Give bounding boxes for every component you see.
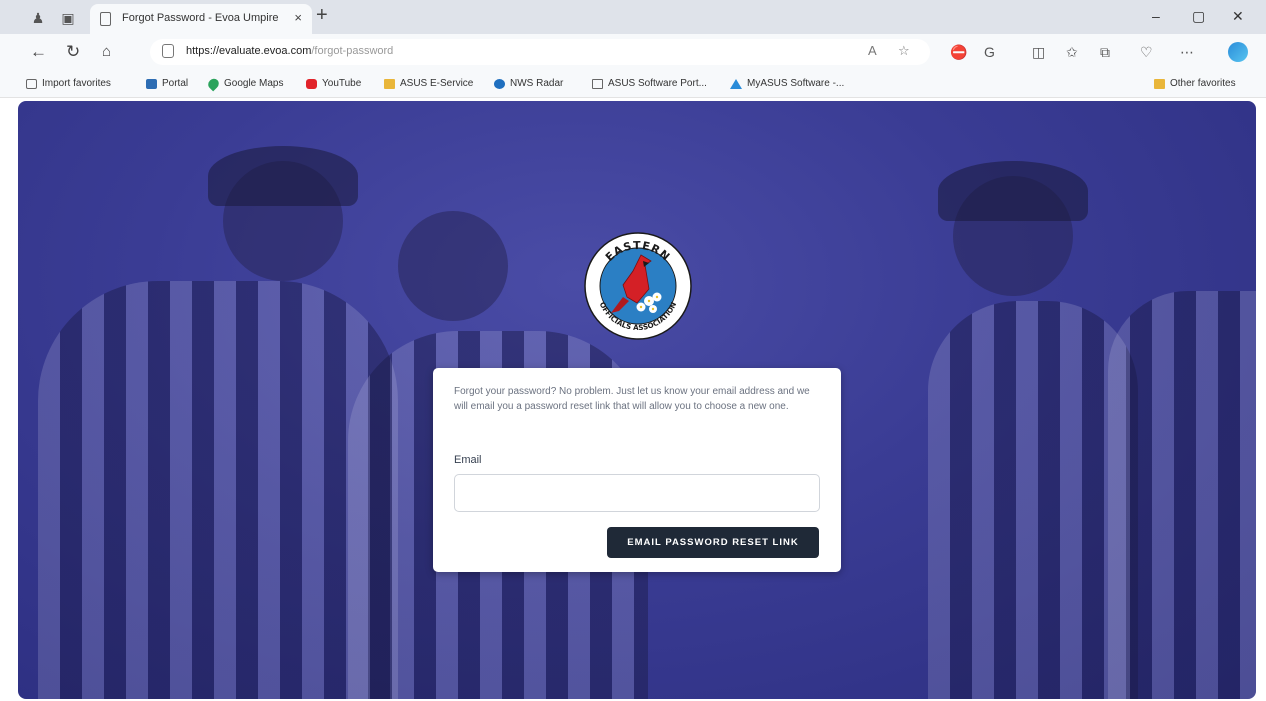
favorite-google-maps[interactable]: Google Maps — [206, 76, 283, 91]
eastern-officials-logo: EASTERN OFFICIALS ASSOCIATION — [584, 232, 692, 340]
browser-nav-bar: ← ↻ ⌂ https://evaluate.evoa.com/forgot-p… — [0, 34, 1266, 70]
nws-icon — [494, 78, 505, 89]
email-field[interactable] — [454, 474, 820, 512]
restore-button[interactable]: ▢ — [1192, 8, 1205, 25]
portal-icon — [146, 78, 157, 89]
adblock-icon[interactable]: ⛔ — [950, 43, 967, 61]
favorite-other[interactable]: Other favorites — [1154, 78, 1236, 89]
favorite-asus-software-portal[interactable]: ASUS Software Port... — [592, 78, 707, 89]
page-icon — [592, 78, 603, 89]
page-icon — [100, 12, 111, 26]
email-label: Email — [454, 454, 482, 466]
tab-title: Forgot Password - Evoa Umpire — [122, 12, 279, 24]
split-screen-icon[interactable]: ◫ — [1032, 43, 1045, 61]
bg-figure-cap — [938, 161, 1088, 221]
favorites-icon[interactable]: ✩ — [1066, 43, 1078, 61]
bg-figure-shirt — [38, 281, 398, 699]
youtube-icon — [306, 78, 317, 89]
bg-figure-cap — [208, 146, 358, 206]
browser-tab[interactable]: Forgot Password - Evoa Umpire × — [90, 4, 312, 34]
performance-icon[interactable]: ♡ — [1140, 43, 1153, 61]
lock-icon — [162, 44, 174, 58]
collections-icon[interactable]: ⧉ — [1100, 43, 1110, 61]
refresh-icon[interactable]: ↻ — [66, 43, 80, 61]
favorite-asus-eservice[interactable]: ASUS E-Service — [384, 78, 473, 89]
import-icon — [26, 78, 37, 89]
back-arrow-icon[interactable]: ← — [30, 43, 47, 61]
favorite-nws-radar[interactable]: NWS Radar — [494, 78, 563, 89]
copilot-icon[interactable] — [1228, 42, 1248, 62]
asus-icon — [730, 78, 742, 89]
tab-actions-icon[interactable]: ▣ — [58, 8, 78, 28]
bg-figure-shirt — [928, 301, 1138, 699]
forgot-password-card: Forgot your password? No problem. Just l… — [433, 368, 841, 572]
close-window-button[interactable]: ✕ — [1232, 8, 1244, 25]
folder-icon — [1154, 78, 1165, 89]
bg-figure-shirt — [1108, 291, 1256, 699]
forgot-password-message: Forgot your password? No problem. Just l… — [454, 386, 810, 412]
favorite-import[interactable]: Import favorites — [26, 78, 111, 89]
address-bar[interactable]: https://evaluate.evoa.com/forgot-passwor… — [150, 39, 930, 65]
close-tab-icon[interactable]: × — [294, 10, 302, 25]
favorites-bar: Import favorites Portal Google Maps YouT… — [0, 70, 1266, 98]
browser-tab-bar: ♟ ▣ Forgot Password - Evoa Umpire × + – … — [0, 0, 1266, 34]
read-aloud-icon[interactable]: A — [868, 43, 877, 58]
profile-icon[interactable]: ♟ — [28, 8, 48, 28]
page-background: EASTERN OFFICIALS ASSOCIATION Forgot you… — [18, 101, 1256, 699]
url-text: https://evaluate.evoa.com/forgot-passwor… — [186, 45, 393, 57]
home-icon[interactable]: ⌂ — [102, 43, 111, 61]
url-host: https://evaluate.evoa.com — [186, 45, 312, 57]
extension-icon[interactable]: G — [984, 43, 995, 61]
favorite-portal[interactable]: Portal — [146, 78, 188, 89]
favorite-youtube[interactable]: YouTube — [306, 78, 361, 89]
favorite-star-icon[interactable]: ☆ — [898, 43, 910, 59]
email-password-reset-link-button[interactable]: EMAIL PASSWORD RESET LINK — [607, 527, 819, 558]
favorite-myasus-software[interactable]: MyASUS Software -... — [730, 78, 844, 89]
new-tab-button[interactable]: + — [316, 4, 328, 27]
minimize-button[interactable]: – — [1152, 8, 1160, 24]
bg-figure-head — [398, 211, 508, 321]
more-options-icon[interactable]: ⋯ — [1180, 43, 1194, 61]
folder-icon — [384, 78, 395, 89]
url-path: /forgot-password — [311, 45, 394, 57]
map-pin-icon — [206, 76, 221, 91]
